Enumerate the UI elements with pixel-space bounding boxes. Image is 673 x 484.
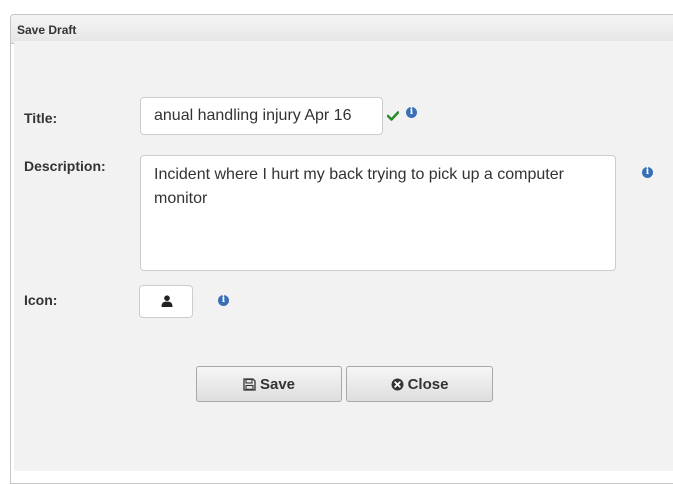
icon-label: Icon: [24,292,58,308]
dialog-title-bar[interactable]: Save Draft [11,15,673,44]
user-icon [161,295,173,307]
save-button[interactable]: Save [196,366,342,402]
close-circle-icon [391,378,404,390]
title-label: Title: [24,110,58,126]
valid-check-icon [386,108,400,126]
description-label: Description: [24,158,106,174]
icon-info-icon[interactable]: i [218,295,229,306]
description-info-icon[interactable]: i [642,167,653,178]
description-textarea[interactable]: Incident where I hurt my back trying to … [140,155,616,271]
icon-picker-button[interactable] [139,285,193,318]
close-button[interactable]: Close [346,366,493,402]
save-button-label: Save [259,375,296,393]
floppy-disk-icon [243,377,256,391]
close-button-label: Close [407,375,449,393]
title-input[interactable]: anual handling injury Apr 16 [140,97,383,135]
title-info-icon[interactable]: i [406,107,417,118]
dialog-title: Save Draft [17,23,77,37]
